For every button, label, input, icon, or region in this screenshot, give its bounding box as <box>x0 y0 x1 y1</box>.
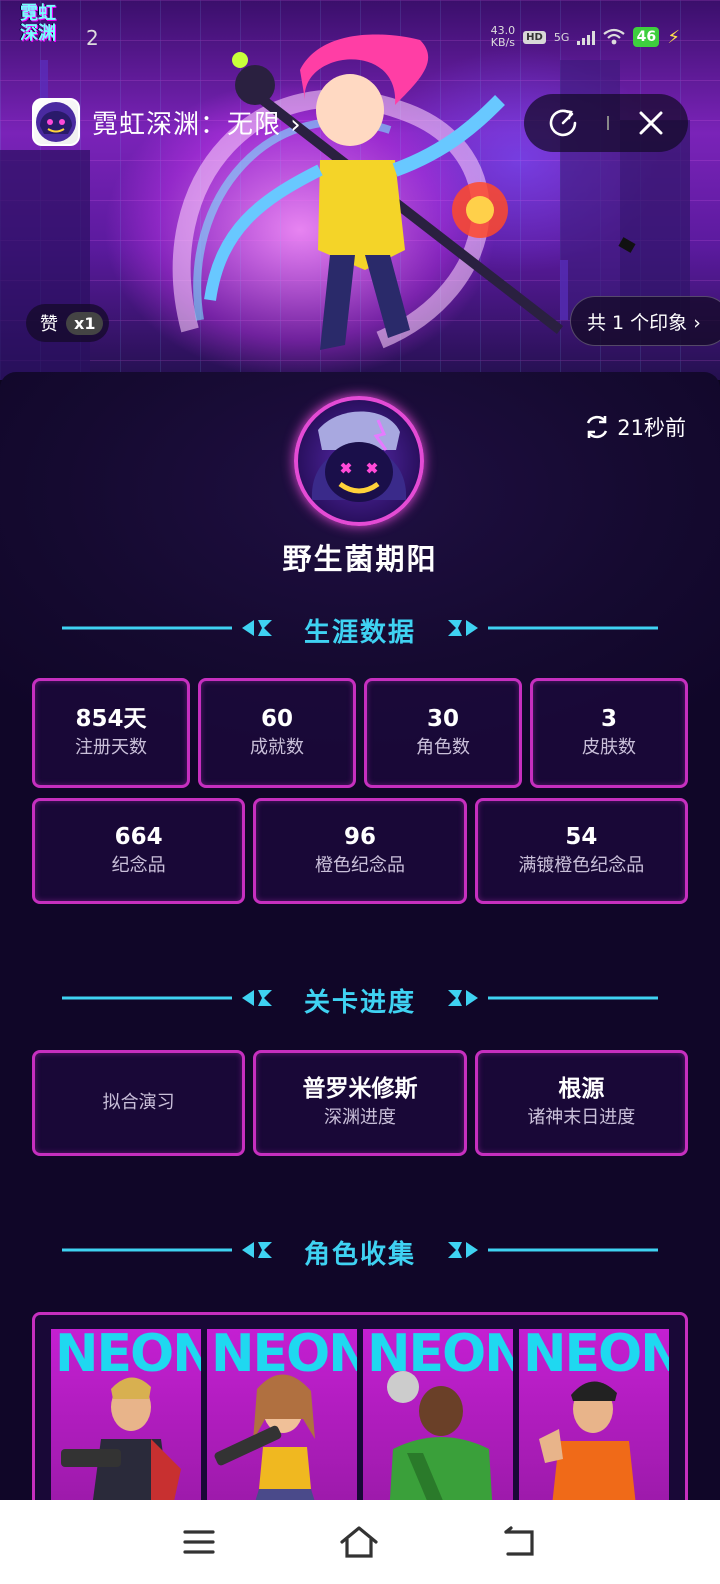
stat-label: 纪念品 <box>111 855 166 876</box>
menu-icon[interactable] <box>182 1527 216 1557</box>
level-label: 拟合演习 <box>102 1092 175 1113</box>
career-section-header: 生涯数据 <box>0 610 720 650</box>
stat-card-characters: 30 角色数 <box>364 678 522 788</box>
home-icon[interactable] <box>339 1525 379 1559</box>
role-portrait <box>539 1381 637 1509</box>
back-icon[interactable] <box>502 1526 538 1558</box>
capsule-divider <box>606 116 609 130</box>
role-collection: NEON NEON NEON NEON <box>32 1312 688 1512</box>
hd-badge: HD <box>523 30 546 44</box>
mini-program-capsule <box>524 94 688 152</box>
stat-value: 854天 <box>75 706 147 732</box>
stat-label: 成就数 <box>250 737 304 758</box>
notification-count: 2 <box>86 26 99 50</box>
network-speed-unit: KB/s <box>490 36 515 49</box>
stat-value: 30 <box>426 706 459 732</box>
impressions-button[interactable]: 共 1 个印象 › <box>570 296 720 346</box>
role-portrait <box>61 1377 181 1509</box>
game-logo: 霓虹 深渊 <box>20 4 84 50</box>
role-card[interactable]: NEON <box>363 1329 513 1509</box>
role-card[interactable]: NEON <box>51 1329 201 1509</box>
stat-value: 54 <box>565 824 598 850</box>
stat-label: 满镀橙色纪念品 <box>518 855 645 876</box>
stat-label: 皮肤数 <box>582 737 636 758</box>
level-card-ragnarok: 根源 诸神末日进度 <box>474 1050 688 1156</box>
roles-section-title: 角色收集 <box>303 1240 416 1270</box>
refresh-time: 21秒前 <box>617 416 686 440</box>
stat-value: 60 <box>260 706 293 732</box>
role-portrait <box>387 1371 493 1509</box>
role-card[interactable]: NEON <box>207 1329 357 1509</box>
app-icon <box>32 98 80 146</box>
battery-icon: 46 <box>633 27 660 47</box>
likes-pill[interactable]: 赞 x1 <box>26 304 110 342</box>
level-card-abyss: 普罗米修斯 深渊进度 <box>253 1050 467 1156</box>
stat-label: 注册天数 <box>75 737 147 758</box>
level-section-header: 关卡进度 <box>0 980 720 1020</box>
stat-card-souvenirs: 664 纪念品 <box>32 798 246 904</box>
stat-value: 96 <box>343 824 376 850</box>
app-title[interactable]: 霓虹深渊：无限 › <box>92 104 302 141</box>
refresh-icon <box>587 415 608 439</box>
hero-banner: 霓虹 深渊 2 43.0 KB/s HD 5G 46 ⚡ 霓虹深渊：无限 › 赞… <box>0 0 720 380</box>
avatar[interactable] <box>294 396 424 526</box>
stat-card-achievements: 60 成就数 <box>198 678 356 788</box>
career-row-2: 664 纪念品 96 橙色纪念品 54 满镀橙色纪念品 <box>32 798 688 904</box>
network-type: 5G <box>553 30 570 44</box>
role-portrait <box>214 1374 318 1509</box>
stat-card-register-days: 854天注册天数 <box>32 678 190 788</box>
game-logo-line1: 霓虹 <box>20 3 56 24</box>
status-bar: 43.0 KB/s HD 5G 46 ⚡ <box>491 22 680 52</box>
level-value: 根源 <box>558 1076 605 1102</box>
level-section-title: 关卡进度 <box>303 988 416 1018</box>
signal-icon <box>577 29 596 45</box>
stat-card-full-orange-souvenirs: 54 满镀橙色纪念品 <box>474 798 688 904</box>
share-icon[interactable] <box>548 108 578 138</box>
profile-panel: 21秒前 野生菌期阳 生涯数据 854天注册天数 60 成就数 30 角色数 3 皮肤… <box>0 372 720 1512</box>
impressions-label: 共 1 个印象 › <box>587 311 701 334</box>
close-icon[interactable] <box>638 110 664 136</box>
refresh-button[interactable]: 21秒前 <box>583 412 686 442</box>
level-value: 普罗米修斯 <box>302 1076 418 1102</box>
game-logo-line2: 深渊 <box>20 23 56 44</box>
system-nav-bar <box>0 1500 720 1584</box>
stat-label: 角色数 <box>416 737 470 758</box>
stat-value: 3 <box>600 706 617 732</box>
network-speed: 43.0 KB/s <box>491 25 516 49</box>
career-row-1: 854天注册天数 60 成就数 30 角色数 3 皮肤数 <box>32 678 688 788</box>
stat-label: 橙色纪念品 <box>314 855 405 876</box>
level-card-fitting-drill: 拟合演习 <box>32 1050 246 1156</box>
likes-label: 赞 <box>40 314 58 335</box>
roles-section-header: 角色收集 <box>0 1232 720 1272</box>
wifi-icon <box>603 28 626 45</box>
career-section-title: 生涯数据 <box>303 618 416 648</box>
stat-card-skins: 3 皮肤数 <box>530 678 688 788</box>
level-label: 深渊进度 <box>323 1107 396 1128</box>
stat-card-orange-souvenirs: 96 橙色纪念品 <box>253 798 467 904</box>
stat-value: 664 <box>114 824 163 850</box>
username: 野生菌期阳 <box>282 542 438 576</box>
level-progress-row: 拟合演习 普罗米修斯深渊进度 根源诸神末日进度 <box>32 1050 688 1156</box>
level-label: 诸神末日进度 <box>527 1107 636 1128</box>
charging-icon: ⚡ <box>667 26 680 48</box>
likes-count: x1 <box>66 311 104 335</box>
role-card[interactable]: NEON <box>519 1329 669 1509</box>
